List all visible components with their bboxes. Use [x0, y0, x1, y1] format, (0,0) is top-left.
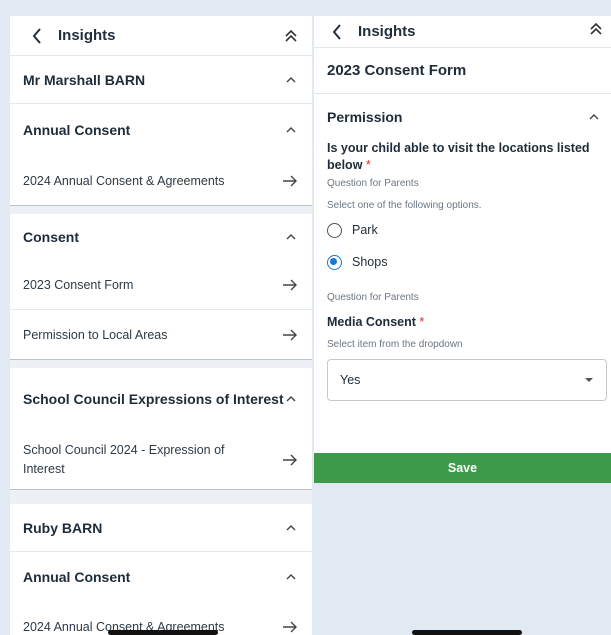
back-icon[interactable] — [26, 25, 48, 47]
question-hint: Select item from the dropdown — [327, 339, 463, 350]
radio-label: Park — [352, 223, 378, 237]
group-header[interactable]: Annual Consent — [10, 552, 312, 602]
required-mark: * — [365, 158, 371, 172]
question-hint: Select one of the following options. — [327, 200, 482, 211]
collapse-all-icon[interactable] — [284, 26, 302, 46]
question-title: Media Consent * — [314, 314, 611, 331]
group-title: Annual Consent — [23, 122, 131, 138]
arrow-right-icon — [283, 621, 297, 633]
chevron-up-icon — [286, 524, 296, 530]
right-panel: Insights 2023 Consent Form Permission Is… — [314, 16, 611, 457]
student-name: Mr Marshall BARN — [23, 71, 146, 88]
chevron-up-icon — [286, 127, 296, 133]
radio-option-shops[interactable]: Shops — [314, 246, 611, 278]
student-name: Ruby BARN — [23, 519, 103, 536]
question-text: Media Consent — [327, 315, 416, 329]
section-header[interactable]: Permission — [314, 94, 611, 140]
question-audience: Question for Parents — [327, 292, 419, 303]
group-title: Consent — [23, 229, 79, 245]
chevron-up-icon — [286, 574, 296, 580]
form-item-label: 2024 Annual Consent & Agreements — [23, 173, 225, 188]
arrow-right-icon — [283, 454, 297, 465]
form-item[interactable]: 2024 Annual Consent & Agreements — [10, 156, 312, 206]
chevron-up-icon — [286, 396, 296, 402]
form-item-label: School Council 2024 - Expression of Inte… — [23, 442, 225, 476]
group-title: School Council Expressions of Interest — [23, 391, 284, 407]
radio-button[interactable] — [327, 222, 342, 238]
form-item[interactable]: Permission to Local Areas — [10, 310, 312, 360]
arrow-right-icon — [283, 279, 297, 290]
home-indicator — [412, 630, 522, 635]
form-title: 2023 Consent Form — [314, 48, 611, 94]
group-header[interactable]: Consent — [10, 214, 312, 260]
left-header: Insights — [10, 16, 312, 56]
student-header[interactable]: Ruby BARN — [10, 504, 312, 552]
divider — [10, 490, 312, 504]
form-item[interactable]: 2023 Consent Form — [10, 260, 312, 310]
radio-button-selected[interactable] — [327, 254, 342, 270]
dropdown-value: Yes — [340, 373, 361, 387]
right-header: Insights — [314, 16, 611, 48]
question-title: Is your child able to visit the location… — [314, 140, 611, 174]
chevron-up-icon — [286, 76, 296, 82]
right-header-title: Insights — [358, 23, 416, 40]
home-indicator — [108, 630, 218, 635]
dropdown-caret-icon — [585, 378, 593, 382]
left-panel: Insights Mr Marshall BARN Annual Consent… — [10, 16, 312, 635]
form-item[interactable]: School Council 2024 - Expression of Inte… — [10, 430, 312, 490]
chevron-up-icon — [286, 234, 296, 240]
section-title: Permission — [327, 109, 403, 125]
required-mark: * — [419, 315, 425, 329]
group-title: Annual Consent — [23, 569, 131, 585]
form-item-label: Permission to Local Areas — [23, 327, 168, 342]
form-item-label: 2023 Consent Form — [23, 277, 134, 292]
back-icon[interactable] — [326, 21, 348, 43]
radio-option-park[interactable]: Park — [314, 214, 611, 246]
arrow-right-icon — [283, 329, 297, 340]
group-header[interactable]: Annual Consent — [10, 104, 312, 156]
left-header-title: Insights — [58, 27, 116, 44]
media-consent-dropdown[interactable]: Yes — [327, 359, 607, 401]
arrow-right-icon — [283, 175, 297, 186]
question-audience: Question for Parents — [327, 178, 419, 189]
save-button[interactable]: Save — [314, 453, 611, 483]
group-header[interactable]: School Council Expressions of Interest — [10, 368, 312, 430]
collapse-all-icon[interactable] — [589, 22, 607, 42]
radio-label: Shops — [352, 255, 388, 269]
divider — [10, 206, 312, 214]
chevron-up-icon — [589, 114, 599, 120]
divider — [10, 360, 312, 368]
student-header[interactable]: Mr Marshall BARN — [10, 56, 312, 104]
